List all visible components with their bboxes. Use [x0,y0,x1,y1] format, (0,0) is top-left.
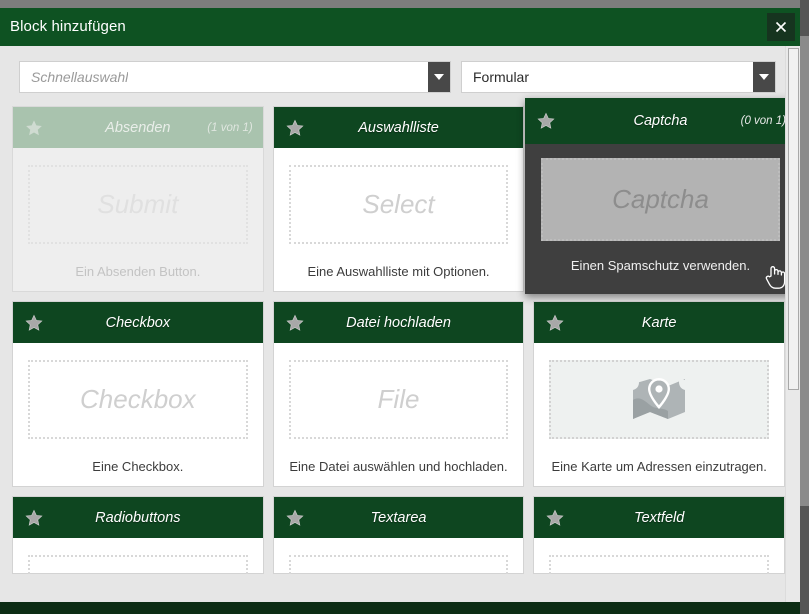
chevron-down-icon[interactable] [428,62,450,92]
card-title: Absenden [105,119,171,136]
card-preview: Textarea [288,555,509,574]
card-title: Radiobuttons [95,509,181,526]
card-header: Karte [534,302,785,343]
category-select-dropdown[interactable]: Formular [461,61,776,93]
block-card-absenden[interactable]: Absenden (1 von 1) Submit Ein Absenden B… [12,106,264,292]
star-icon[interactable] [286,509,304,527]
map-pin-icon [630,374,688,426]
card-preview: Text [549,555,770,574]
card-description: Ein Absenden Button. [75,264,201,279]
card-preview-label: Submit [97,189,179,219]
block-card-captcha[interactable]: Captcha (0 von 1) Captcha Einen Spamschu… [525,98,796,294]
card-title: Datei hochladen [346,314,451,331]
card-body: Eine Karte um Adressen einzutragen. [534,343,784,486]
card-header: Datei hochladen [273,302,524,343]
star-icon[interactable] [25,314,43,332]
card-description: Eine Datei auswählen und hochladen. [289,459,508,474]
card-preview: Select [288,165,509,244]
card-title: Captcha [633,113,688,129]
card-preview-label: File [377,384,420,414]
card-title: Checkbox [105,314,171,331]
block-card-textarea[interactable]: Textarea Textarea [272,496,525,574]
card-preview-label: Checkbox [80,384,196,414]
star-icon[interactable] [25,119,43,137]
star-icon[interactable] [537,112,555,130]
card-preview: Checkbox [28,360,248,439]
quick-select-value: Schnellauswahl [31,69,129,85]
close-icon [773,19,789,35]
block-card-checkbox[interactable]: Checkbox Checkbox Eine Checkbox. [12,301,264,487]
card-count: (0 von 1) [740,115,786,127]
card-description: Eine Checkbox. [92,459,184,474]
star-icon[interactable] [25,509,43,527]
screen: Block hinzufügen Schnellauswahl Formular [0,0,809,614]
card-count: (1 von 1) [207,121,253,134]
page-scrollbar[interactable] [800,0,809,614]
pointing-hand-cursor [763,262,787,290]
card-body: Checkbox Eine Checkbox. [13,343,263,486]
category-select-value: Formular [473,69,530,85]
card-title: Auswahlliste [358,119,439,136]
block-card-auswahlliste[interactable]: Auswahlliste Select Eine Auswahlliste mi… [272,106,525,292]
card-row: Absenden (1 von 1) Submit Ein Absenden B… [12,98,796,294]
block-card-textfeld[interactable]: Textfeld Text [533,496,785,574]
star-icon[interactable] [546,314,564,332]
card-header: Auswahlliste [273,107,524,148]
card-preview: Captcha [541,158,780,241]
page-backdrop [0,0,809,8]
card-body: Text [534,538,784,574]
block-card-datei-hochladen[interactable]: Datei hochladen File Eine Datei auswähle… [272,301,525,487]
dialog-scrollbar-thumb[interactable] [788,48,799,390]
dialog-titlebar: Block hinzufügen [0,8,800,46]
card-header: Radiobuttons [13,497,263,538]
card-description: Eine Karte um Adressen einzutragen. [551,459,767,474]
card-header: Captcha (0 von 1) [525,98,796,144]
card-header: Absenden (1 von 1) [13,107,263,148]
block-card-grid: Absenden (1 von 1) Submit Ein Absenden B… [0,98,800,574]
card-header: Textarea [273,497,524,538]
page-bottom-strip [0,602,800,614]
card-preview-label: Select [362,189,435,219]
card-description: Einen Spamschutz verwenden. [570,258,751,273]
page-scrollbar-thumb[interactable] [800,36,809,506]
card-body: Select Eine Auswahlliste mit Optionen. [274,148,524,291]
card-preview: File [288,360,509,439]
close-button[interactable] [767,13,795,41]
chevron-down-icon[interactable] [753,62,775,92]
card-row: Radiobuttons Radio [12,496,785,574]
block-card-radiobuttons[interactable]: Radiobuttons Radio [12,496,264,574]
card-header: Checkbox [13,302,263,343]
star-icon[interactable] [286,314,304,332]
block-card-karte[interactable]: Karte Eine Karte um Adressen einzutragen… [533,301,786,487]
card-body: Captcha Einen Spamschutz verwenden. [525,144,796,294]
quick-select-dropdown[interactable]: Schnellauswahl [19,61,451,93]
card-body: Submit Ein Absenden Button. [13,148,263,291]
card-description: Eine Auswahlliste mit Optionen. [307,264,490,279]
dialog-toolbar: Schnellauswahl Formular [0,46,800,106]
card-preview: Radio [28,555,248,574]
star-icon[interactable] [286,119,304,137]
dialog-scrollbar[interactable] [785,46,800,614]
card-title: Textarea [370,509,427,526]
card-preview: Submit [28,165,248,244]
star-icon[interactable] [546,509,564,527]
card-row: Checkbox Checkbox Eine Checkbox. Datei h… [12,301,786,487]
add-block-dialog: Block hinzufügen Schnellauswahl Formular [0,8,800,614]
card-body: Radio [13,538,263,574]
card-body: File Eine Datei auswählen und hochladen. [274,343,524,486]
card-title: Karte [641,314,677,331]
dialog-title: Block hinzufügen [10,18,126,35]
card-title: Textfeld [634,509,685,526]
card-preview [549,360,770,439]
card-header: Textfeld [534,497,785,538]
card-preview-label: Captcha [612,184,709,214]
card-body: Textarea [274,538,524,574]
